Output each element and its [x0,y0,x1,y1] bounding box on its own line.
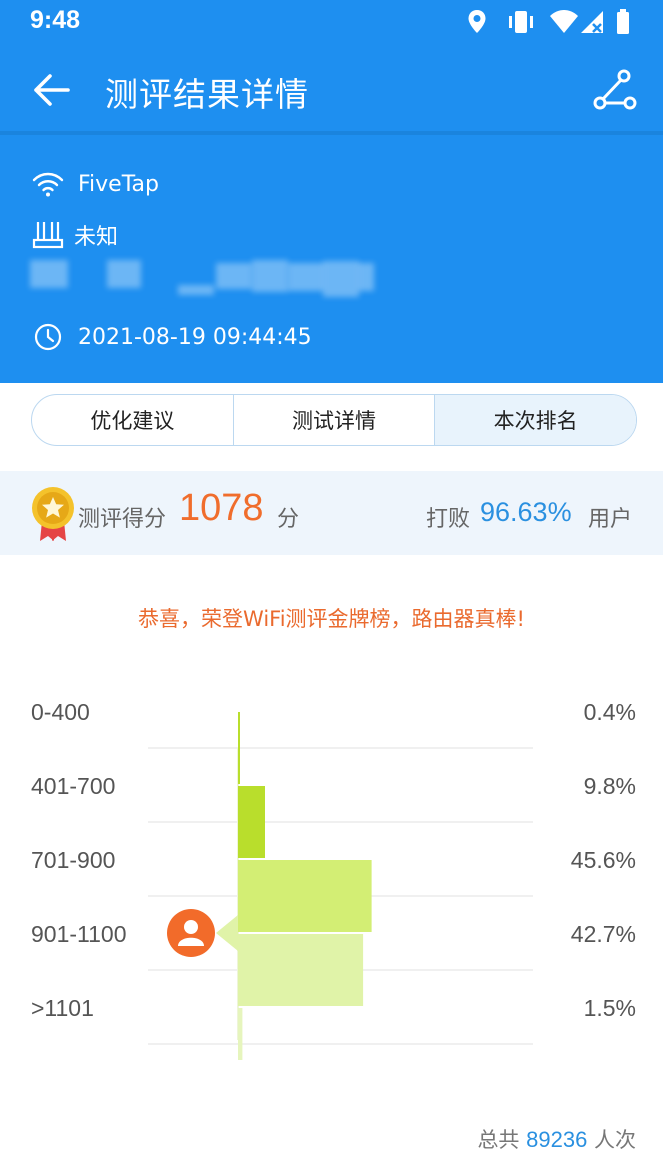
router-text: 未知 [74,225,119,250]
category-label: 901-1100 [31,921,127,947]
network-info-panel: FiveTap 未知 2021-08-19 09:44:45 [0,135,663,383]
test-time-text: 2021-08-19 09:44:45 [78,324,312,350]
test-time-row: 2021-08-19 09:44:45 [30,319,312,355]
battery-icon [617,9,629,34]
score-band: 测评得分 1078 分 打败 96.63% 用户 [0,471,663,555]
status-bar: 9:48 [0,0,663,44]
tab-ranking[interactable]: 本次排名 [435,395,636,445]
vibrate-icon [509,11,533,33]
category-label: >1101 [31,995,94,1021]
bar [238,1008,243,1060]
bar [238,786,265,858]
back-button[interactable] [28,66,76,114]
value-label: 45.6% [571,847,636,873]
category-label: 0-400 [31,699,90,725]
total-count: 89236 [526,1127,588,1152]
router-icon [30,217,66,253]
beat-percent: 96.63% [480,497,572,527]
score-value: 1078 [179,487,264,529]
beat-unit: 用户 [588,507,633,532]
user-pointer [216,915,238,951]
bar [238,934,364,1006]
ssid-text: FiveTap [78,171,159,197]
value-label: 9.8% [584,773,636,799]
category-label: 701-900 [31,847,115,873]
tab-optimization[interactable]: 优化建议 [32,395,234,445]
wifi-outline-icon [30,166,66,202]
status-icons [467,9,637,35]
app-bar: 测评结果详情 [0,44,663,132]
user-head [184,920,198,934]
router-row: 未知 [30,217,118,253]
share-button[interactable] [590,68,638,114]
ssid-row: FiveTap [30,166,159,202]
score-label: 测评得分 [78,507,167,532]
score-unit: 分 [277,507,300,532]
total-suffix: 人次 [594,1128,636,1152]
value-label: 1.5% [584,995,636,1021]
congrats-message: 恭喜，荣登WiFi测评金牌榜，路由器真棒! [138,607,525,631]
tab-bar: 优化建议 测试详情 本次排名 [31,394,637,446]
medal-icon [32,487,74,541]
category-label: 401-700 [31,773,115,799]
wifi-icon [550,10,578,33]
share-icon [593,69,637,110]
back-arrow-icon [34,74,70,106]
beat-label: 打败 [426,507,471,532]
total-count-row: 总共 89236 人次 [477,1124,636,1154]
bar [238,712,240,784]
location-icon [468,10,486,33]
status-time: 9:48 [30,6,81,34]
value-label: 42.7% [571,921,636,947]
total-prefix: 总共 [477,1128,520,1152]
page-title: 测评结果详情 [105,75,309,114]
tab-test-details[interactable]: 测试详情 [234,395,436,445]
value-label: 0.4% [584,699,636,725]
signal-off-icon [581,11,603,33]
ranking-chart: 0-400 0.4% 401-700 9.8% 701-900 45.6% 901-1100… [31,699,636,1060]
clock-icon [30,319,66,355]
bar [238,860,372,932]
